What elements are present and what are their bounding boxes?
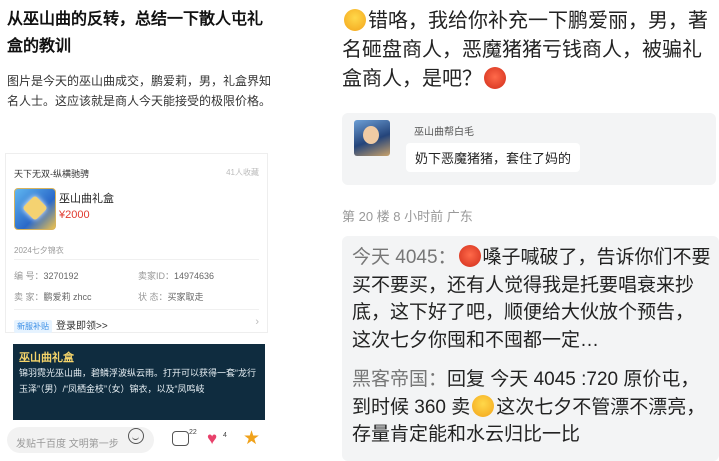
item-price: ¥2000: [59, 209, 90, 221]
quoted-reply: 巫山曲帮白毛 奶下恶魔猪猪，套住了妈的: [342, 113, 716, 185]
login-bonus-link[interactable]: 新服补贴 登录即领>>: [14, 317, 108, 333]
like-icon[interactable]: ♥ 4: [207, 429, 227, 449]
reply-body: 错咯，我给你补充一下鹏爱丽，男，著名砸盘商人，恶魔猪猪亏钱商人，被骗礼盒商人，是…: [342, 10, 708, 90]
bottom-action-bar: 发贴千百度 文明第一步 22 ♥ 4 ★: [0, 423, 278, 461]
quote-author[interactable]: 巫山曲帮白毛: [414, 123, 474, 138]
comment-count: 22: [189, 429, 197, 436]
reply-text: 错咯，我给你补充一下鹏爱丽，男，著名砸盘商人，恶魔猪猪亏钱商人，被骗礼盒商人，是…: [342, 7, 714, 94]
star-favorite-icon[interactable]: ★: [243, 429, 263, 449]
seller-id-label: 卖家ID：: [138, 271, 175, 281]
emoji-smile-icon[interactable]: [128, 428, 144, 444]
divider: [14, 309, 259, 310]
status: 状 态：买家取走: [138, 290, 204, 303]
seller: 卖 家：鹏爱莉 zhcc: [14, 290, 92, 303]
comment-icon[interactable]: 22: [172, 429, 197, 446]
chevron-right-icon: ›: [255, 316, 259, 328]
seller-label: 卖 家：: [14, 292, 44, 302]
comment-author[interactable]: 今天 4045：: [352, 247, 457, 268]
devil-emoji-icon: [484, 67, 506, 89]
new-server-tag: 新服补贴: [14, 320, 52, 333]
favorite-count: 41人收藏: [226, 168, 259, 177]
status-value: 买家取走: [167, 292, 204, 302]
trade-card[interactable]: 天下无双-纵横驰骋 41人收藏 巫山曲礼盒 ¥2000 2024七夕锦衣 编 号…: [5, 153, 268, 333]
item-gift-box-icon: [14, 188, 56, 230]
right-reply-panel: 错咯，我给你补充一下鹏爱丽，男，著名砸盘商人，恶魔猪猪亏钱商人，被骗礼盒商人，是…: [334, 0, 719, 461]
post-body: 图片是今天的巫山曲成交，鹏爱莉，男，礼盒界知名人士。这应该就是商人今天能接受的极…: [7, 74, 272, 108]
promo-description: 锦羽霓光巫山曲，碧鳞浮波纵云雨。打开可以获得一套“龙行玉泽”（男）/“凤栖金枝”…: [19, 368, 256, 394]
item-name: 巫山曲礼盒: [59, 193, 114, 205]
quote-text: 奶下恶魔猪猪，套住了妈的: [406, 143, 581, 172]
left-post-panel: 从巫山曲的反转，总结一下散人屯礼盒的教训 图片是今天的巫山曲成交，鹏爱莉，男，礼…: [0, 0, 278, 461]
sub-comment-2[interactable]: 黑客帝国：回复 今天 4045 :720 原价屯，到时候 360 卖这次七夕不管…: [352, 366, 712, 449]
devil-emoji-icon: [458, 245, 481, 267]
comment-author[interactable]: 黑客帝国：: [352, 369, 447, 390]
server-name: 天下无双-纵横驰骋: [14, 169, 89, 179]
trade-number: 编 号：3270192: [14, 269, 79, 282]
floor-meta: 第 20 楼 8 小时前 广东: [342, 209, 473, 224]
trade-number-value: 3270192: [43, 271, 79, 281]
promo-banner: 巫山曲礼盒 锦羽霓光巫山曲，碧鳞浮波纵云雨。打开可以获得一套“龙行玉泽”（男）/…: [13, 344, 265, 420]
avatar[interactable]: [354, 120, 390, 156]
item-season: 2024七夕锦衣: [14, 246, 64, 255]
trade-number-label: 编 号：: [14, 271, 44, 281]
login-bonus-text: 登录即领>>: [56, 321, 108, 332]
status-label: 状 态：: [138, 292, 168, 302]
seller-id: 卖家ID：14974636: [138, 269, 214, 282]
seller-id-value: 14974636: [174, 271, 215, 281]
sub-comment-1[interactable]: 今天 4045： 嗓子喊破了，告诉你们不要买不要买，还有人觉得我是托要唱衰来抄底，…: [352, 244, 712, 354]
comment-placeholder: 发贴千百度 文明第一步: [16, 439, 119, 450]
sub-comments: 今天 4045： 嗓子喊破了，告诉你们不要买不要买，还有人觉得我是托要唱衰来抄底，…: [342, 236, 719, 461]
seller-value: 鹏爱莉 zhcc: [43, 292, 92, 302]
grin-emoji-icon: [344, 9, 366, 31]
like-count: 4: [223, 432, 227, 439]
grin-emoji-icon: [472, 394, 495, 417]
divider: [14, 259, 259, 260]
promo-title: 巫山曲礼盒: [19, 352, 74, 364]
post-title: 从巫山曲的反转，总结一下散人屯礼盒的教训: [7, 11, 264, 55]
